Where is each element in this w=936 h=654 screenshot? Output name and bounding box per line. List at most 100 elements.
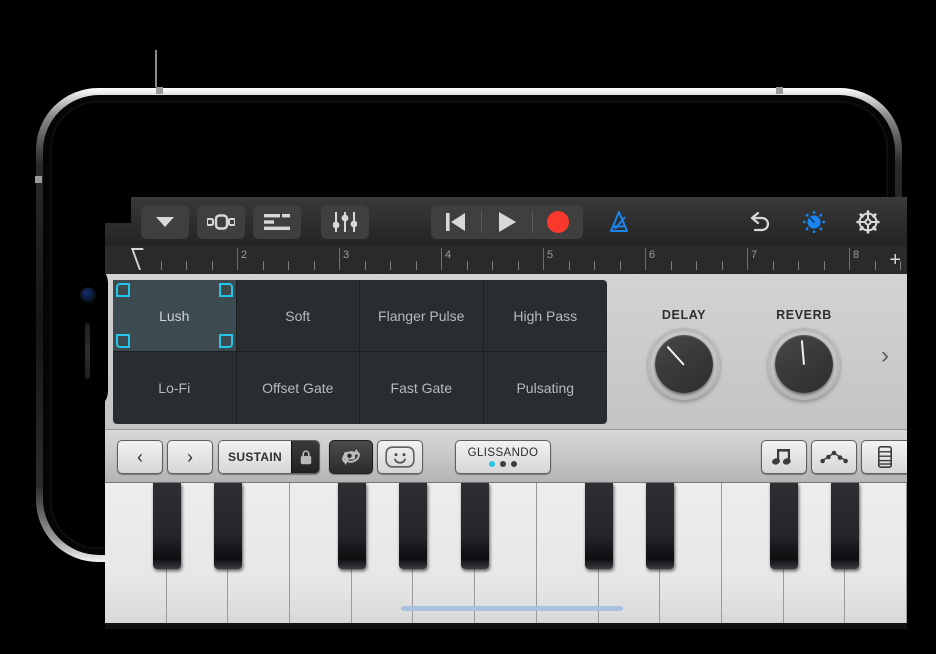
glissando-dot-0[interactable] xyxy=(489,461,495,467)
smiley-face-icon xyxy=(385,446,415,468)
ruler-tick-minor xyxy=(773,261,774,270)
preset-cell-3[interactable]: High Pass xyxy=(483,280,607,352)
screenshot-stage: 2345678 + Lush Soft Flanger Pulse High P… xyxy=(0,0,936,654)
iphone-device-frame: 2345678 + Lush Soft Flanger Pulse High P… xyxy=(35,87,907,629)
ruler-tick-minor xyxy=(722,261,723,270)
loop-browser-button[interactable] xyxy=(197,204,245,239)
knob-area: DELAY REVERB › xyxy=(617,280,899,424)
reverb-knob-control[interactable]: REVERB xyxy=(749,308,859,400)
preset-cell-0[interactable]: Lush xyxy=(113,280,237,352)
settings-button[interactable] xyxy=(851,205,885,239)
ruler-tick-minor xyxy=(875,261,876,270)
delay-knob-control[interactable]: DELAY xyxy=(629,308,739,400)
black-key[interactable] xyxy=(152,483,181,569)
delay-knob-face xyxy=(655,335,713,393)
octave-down-label: ‹ xyxy=(137,446,143,467)
ruler-bar-label: 3 xyxy=(343,249,350,261)
black-key[interactable] xyxy=(584,483,613,569)
glissando-mode-dots xyxy=(489,461,517,467)
octave-up-button[interactable]: › xyxy=(167,440,213,474)
delay-knob-pointer xyxy=(666,345,685,366)
sustain-button[interactable]: SUSTAIN xyxy=(219,441,291,473)
black-key[interactable] xyxy=(831,483,860,569)
selection-corner-icon xyxy=(218,283,233,297)
arpeggiator-button[interactable] xyxy=(329,440,373,474)
next-controls-page-button[interactable]: › xyxy=(881,342,889,370)
keyboard-size-button[interactable] xyxy=(861,440,907,474)
undo-button[interactable] xyxy=(743,205,777,239)
expression-button[interactable] xyxy=(377,440,423,474)
preset-label: Lo-Fi xyxy=(158,380,191,396)
app-screen: 2345678 + Lush Soft Flanger Pulse High P… xyxy=(105,197,907,629)
reverb-knob-label: REVERB xyxy=(776,308,832,322)
sustain-lock-button[interactable] xyxy=(291,441,319,473)
beamed-notes-icon xyxy=(772,449,791,465)
rewind-button[interactable] xyxy=(431,205,481,239)
metronome-icon xyxy=(610,210,628,232)
selection-corner-icon xyxy=(116,283,130,297)
black-key[interactable] xyxy=(399,483,428,569)
preset-cell-6[interactable]: Fast Gate xyxy=(360,352,484,424)
ruler-tick-minor xyxy=(314,261,315,270)
song-chevron-button[interactable] xyxy=(141,204,189,239)
ruler-tick-minor xyxy=(212,261,213,270)
ruler-tick-major xyxy=(339,248,340,270)
preset-cell-5[interactable]: Offset Gate xyxy=(237,352,360,424)
smart-controls-panel: Lush Soft Flanger Pulse High Pass Lo-Fi xyxy=(105,274,907,429)
ruler-bar-label: 4 xyxy=(445,249,452,261)
preset-label: Fast Gate xyxy=(390,380,452,396)
record-button[interactable] xyxy=(533,205,583,239)
glissando-dot-1[interactable] xyxy=(500,461,506,467)
add-section-button[interactable]: + xyxy=(889,250,901,270)
ruler-bar-label: 5 xyxy=(547,249,554,261)
list-icon xyxy=(264,213,290,230)
preset-cell-2[interactable]: Flanger Pulse xyxy=(360,280,484,352)
playhead-marker[interactable] xyxy=(130,248,152,270)
ruler-tick-major xyxy=(441,248,442,270)
reverb-knob[interactable] xyxy=(768,328,840,400)
top-toolbar xyxy=(105,197,907,246)
preset-label: Offset Gate xyxy=(262,380,334,396)
metronome-button[interactable] xyxy=(595,205,643,239)
fx-button[interactable] xyxy=(797,205,831,239)
ruler-tick-minor xyxy=(569,261,570,270)
ruler-tick-minor xyxy=(288,261,289,270)
black-key[interactable] xyxy=(646,483,675,569)
octave-down-button[interactable]: ‹ xyxy=(117,440,163,474)
frame-dot xyxy=(156,87,163,94)
ruler-tick-minor xyxy=(390,261,391,270)
black-key[interactable] xyxy=(461,483,490,569)
note-dots-icon xyxy=(820,450,848,464)
keyboard-rows-icon xyxy=(877,446,892,468)
sustain-label: SUSTAIN xyxy=(228,450,282,464)
piano-keyboard[interactable] xyxy=(105,483,907,629)
frame-dot xyxy=(35,176,42,183)
delay-knob[interactable] xyxy=(648,328,720,400)
preset-cell-1[interactable]: Soft xyxy=(236,280,360,352)
keyboard-scroll-indicator[interactable] xyxy=(401,606,623,611)
ruler-tick-minor xyxy=(620,261,621,270)
timeline-ruler[interactable]: 2 3 4 5 6 7 8 + xyxy=(105,246,907,274)
ruler-tick-major xyxy=(747,248,748,270)
glissando-button[interactable]: GLISSANDO xyxy=(455,440,551,474)
black-key[interactable] xyxy=(214,483,243,569)
glissando-label: GLISSANDO xyxy=(467,447,539,459)
preset-cell-4[interactable]: Lo-Fi xyxy=(113,352,237,424)
black-key[interactable] xyxy=(769,483,798,569)
track-list-button[interactable] xyxy=(253,204,301,239)
ruler-tick-minor xyxy=(365,261,366,270)
black-key[interactable] xyxy=(337,483,366,569)
arpeggiator-notes-button[interactable] xyxy=(761,440,807,474)
transport-controls xyxy=(431,204,583,239)
preset-cell-7[interactable]: Pulsating xyxy=(484,352,608,424)
undo-icon xyxy=(750,211,770,231)
scale-button[interactable] xyxy=(811,440,857,474)
earpiece-speaker xyxy=(85,323,90,379)
lock-icon xyxy=(300,449,311,464)
ruler-tick-minor xyxy=(696,261,697,270)
play-button[interactable] xyxy=(482,205,532,239)
mixer-button[interactable] xyxy=(321,204,369,239)
octave-up-label: › xyxy=(187,446,193,467)
ruler-tick-minor xyxy=(263,261,264,270)
glissando-dot-2[interactable] xyxy=(511,461,517,467)
